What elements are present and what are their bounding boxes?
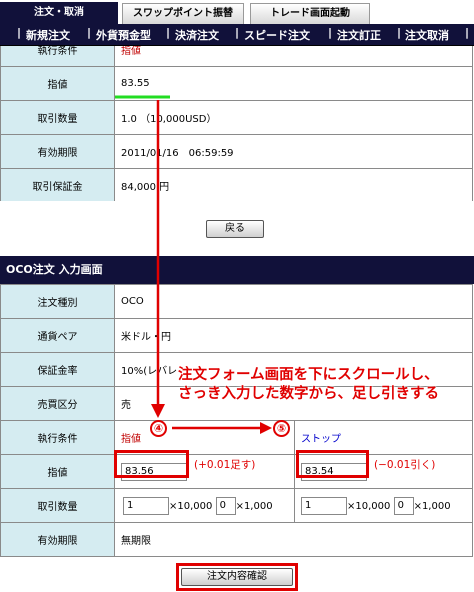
plus-annotation: (+0.01足す): [194, 459, 256, 471]
instruction-line-2: さっき入力した数字から、足し引きする: [178, 386, 439, 402]
limit-price-highlight-box: [114, 450, 189, 478]
scroll-down-arrow-head: [151, 404, 165, 418]
stop-price-highlight-box: [296, 450, 369, 478]
minus-annotation: (−0.01引く): [374, 459, 436, 471]
step-4-marker: ④: [150, 420, 167, 437]
instruction-line-1: 注文フォーム画面を下にスクロールし、: [178, 367, 439, 383]
annotation-overlay: [115, 95, 272, 434]
right-arrow-head: [260, 422, 272, 434]
step-5-marker: ⑤: [273, 420, 290, 437]
